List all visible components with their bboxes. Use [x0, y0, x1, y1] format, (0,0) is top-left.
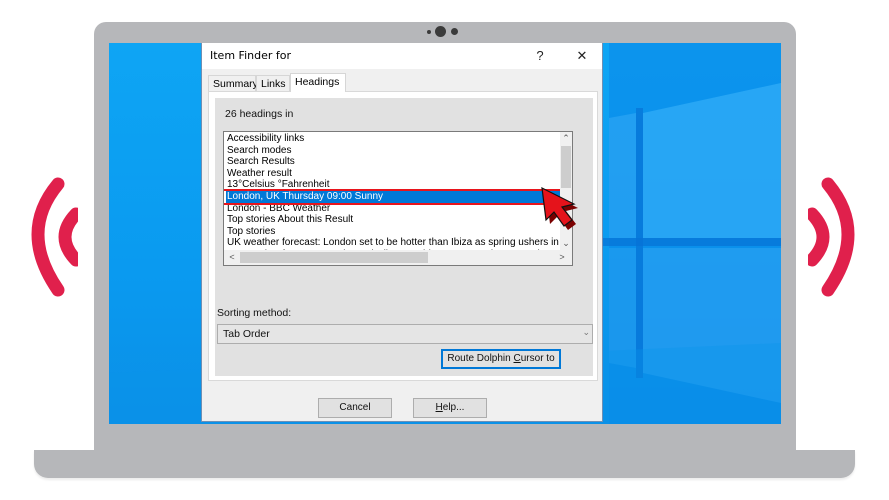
route-label-rest: ursor to	[520, 353, 555, 364]
tab-summary[interactable]: Summary	[208, 75, 258, 91]
laptop-base	[34, 450, 855, 478]
list-item-selected[interactable]: London, UK Thursday 09:00 Sunny	[226, 190, 562, 203]
dialog-titlebar: Item Finder for ? ✕	[202, 43, 602, 69]
list-item[interactable]: 13°Celsius °Fahrenheit	[226, 179, 562, 191]
list-item[interactable]: Top stories	[226, 226, 562, 238]
tab-headings[interactable]: Headings	[290, 73, 346, 92]
scroll-up-icon[interactable]: ⌃	[560, 133, 572, 144]
camera-light-icon	[451, 28, 458, 35]
help-button[interactable]: Help...	[413, 398, 487, 418]
sound-waves-left-icon	[31, 177, 78, 297]
horizontal-scrollbar[interactable]: < >	[224, 250, 572, 265]
headings-tab-panel: 26 headings in Accessibility links Search…	[208, 91, 598, 381]
tab-links[interactable]: Links	[256, 75, 290, 91]
list-item[interactable]: Weather result	[226, 168, 562, 180]
sorting-method-value: Tab Order	[223, 328, 270, 340]
scroll-left-icon[interactable]: <	[226, 252, 238, 262]
chevron-down-icon: ⌄	[582, 327, 590, 337]
help-accelerator: H	[435, 402, 443, 413]
sorting-method-select[interactable]: Tab Order ⌄	[217, 324, 593, 344]
route-accelerator: C	[513, 353, 521, 364]
help-label-rest: elp...	[442, 402, 465, 413]
list-item[interactable]: Top stories About this Result	[226, 214, 562, 226]
sorting-method-label: Sorting method:	[217, 307, 292, 319]
item-finder-dialog: Item Finder for ? ✕ Summary Links Headin…	[201, 43, 603, 422]
camera-lens-icon	[435, 26, 446, 37]
scroll-down-icon[interactable]: ⌄	[560, 238, 572, 249]
list-item[interactable]: Search modes	[226, 145, 562, 157]
headings-count: 26 headings in	[225, 108, 294, 120]
close-button[interactable]: ✕	[570, 45, 594, 67]
camera-sensor-icon	[427, 30, 431, 34]
cancel-button[interactable]: Cancel	[318, 398, 392, 418]
list-item[interactable]: London - BBC Weather	[226, 203, 562, 215]
horizontal-scroll-thumb[interactable]	[240, 252, 428, 263]
headings-list[interactable]: Accessibility links Search modes Search Re…	[223, 131, 573, 266]
headings-group: 26 headings in Accessibility links Search…	[215, 98, 593, 376]
vertical-scrollbar[interactable]: ⌃ ⌄	[560, 132, 572, 250]
scroll-right-icon[interactable]: >	[556, 252, 568, 262]
route-label-part: Route Dolphin	[447, 353, 514, 364]
headings-list-items: Accessibility links Search modes Search Re…	[226, 133, 562, 261]
desktop-screen: Item Finder for ? ✕ Summary Links Headin…	[109, 43, 781, 424]
help-title-button[interactable]: ?	[528, 45, 552, 67]
list-item[interactable]: UK weather forecast: London set to be ho…	[226, 237, 562, 249]
list-item[interactable]: Search Results	[226, 156, 562, 168]
dialog-title: Item Finder for	[210, 49, 291, 62]
route-dolphin-cursor-button[interactable]: Route Dolphin Cursor to	[441, 349, 561, 369]
sound-waves-right-icon	[808, 177, 855, 297]
list-item[interactable]: Accessibility links	[226, 133, 562, 145]
vertical-scroll-thumb[interactable]	[561, 146, 571, 188]
camera-bar	[94, 22, 796, 44]
